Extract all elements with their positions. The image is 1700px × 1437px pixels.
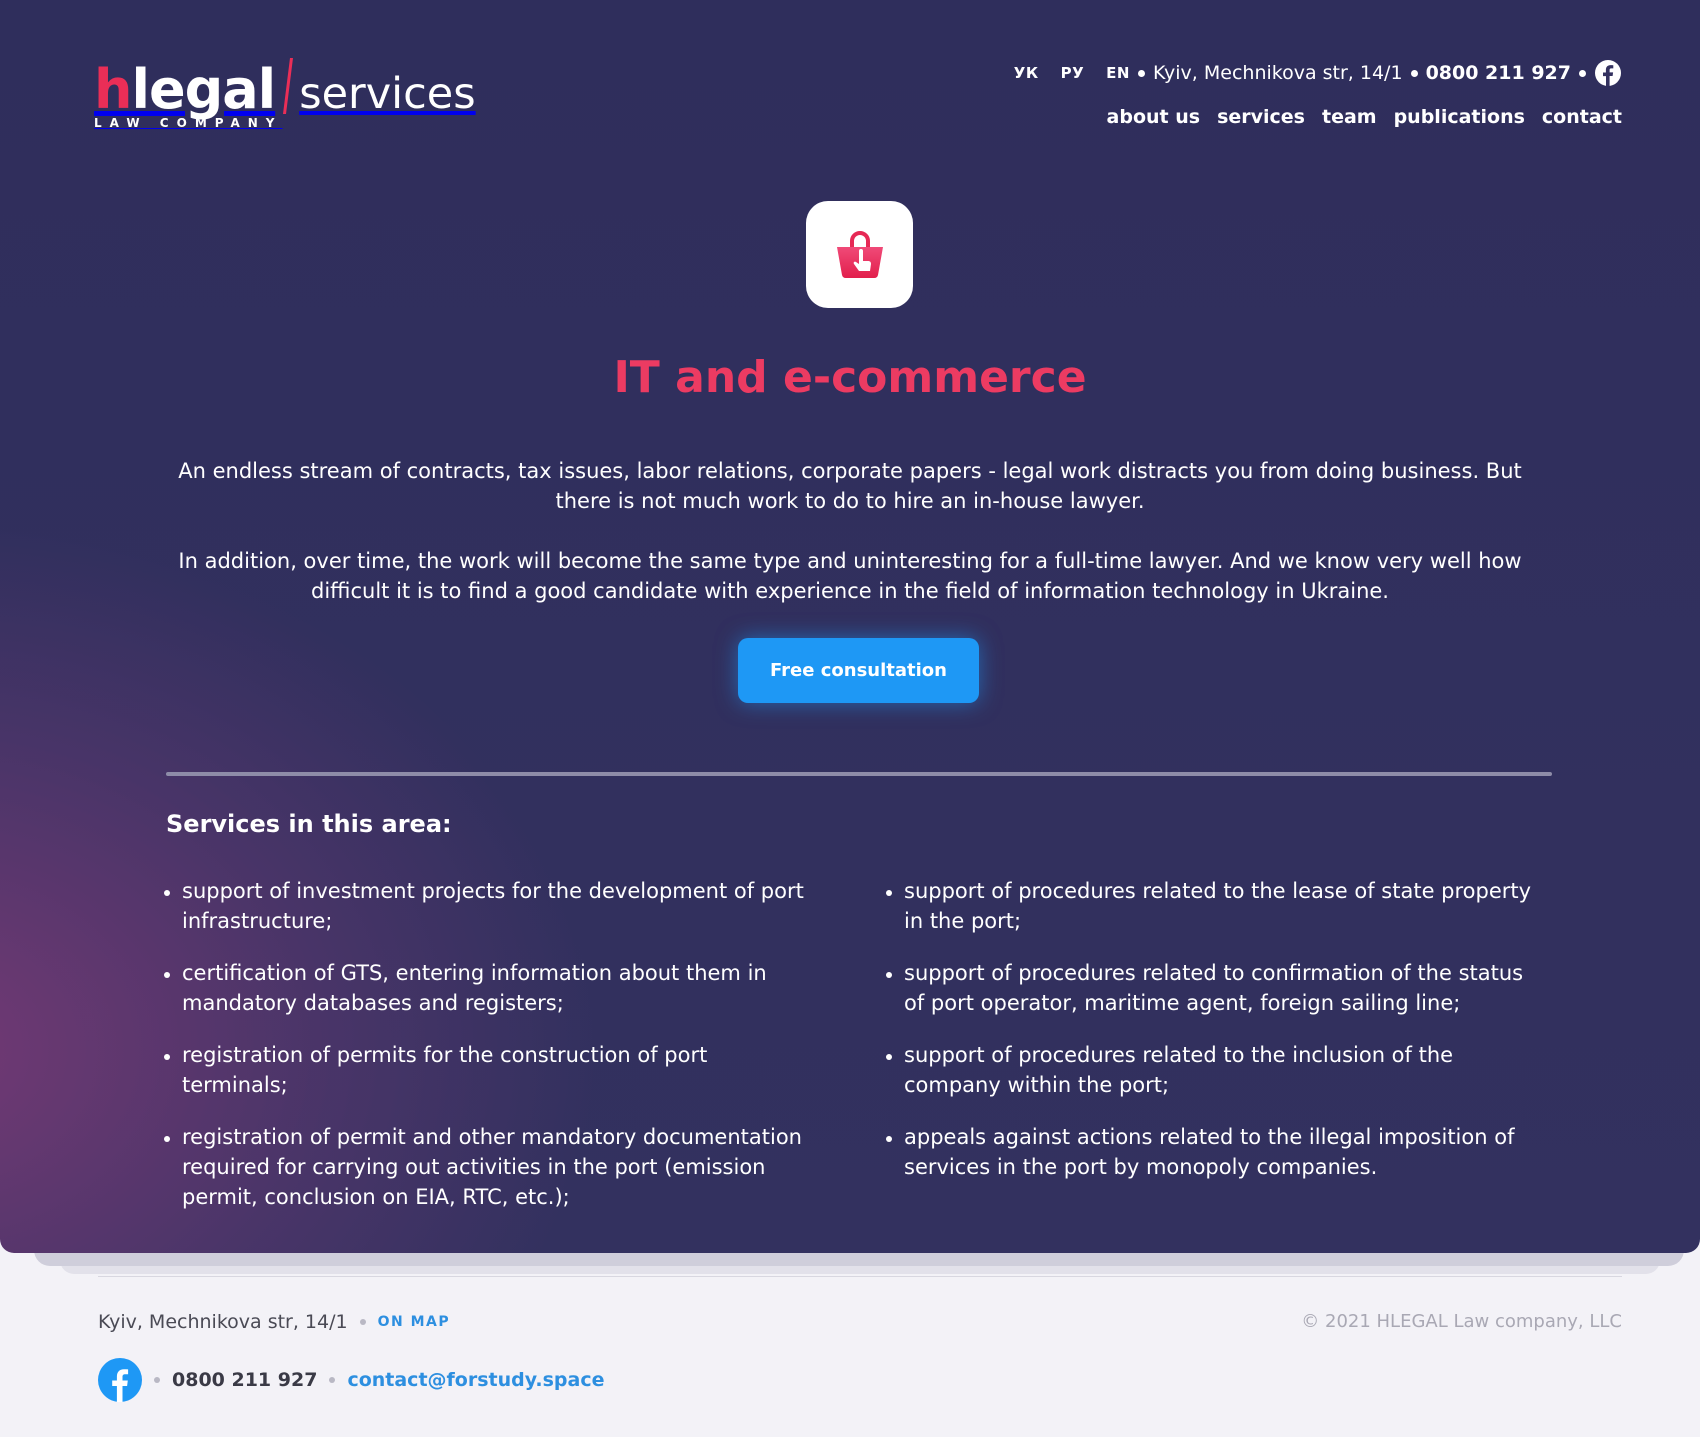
section-divider	[166, 772, 1552, 776]
nav-publications[interactable]: publications	[1394, 106, 1525, 128]
list-item: support of procedures related to confirm…	[886, 958, 1538, 1018]
footer-divider	[98, 1276, 1622, 1277]
page-title: IT and e-commerce	[613, 352, 1087, 403]
nav-team[interactable]: team	[1322, 106, 1377, 128]
facebook-icon[interactable]	[1594, 59, 1622, 87]
logo-h: h	[94, 58, 132, 121]
logo[interactable]: h legal services LAW COMPANY	[94, 52, 476, 130]
services-list-left: support of investment projects for the d…	[164, 876, 816, 1234]
list-item: certification of GTS, entering informati…	[164, 958, 816, 1018]
logo-wordmark: h legal services	[94, 52, 476, 121]
separator-dot	[1410, 69, 1418, 77]
footer-email[interactable]: contact@forstudy.space	[347, 1369, 604, 1391]
copyright: © 2021 HLEGAL Law company, LLC	[1301, 1311, 1622, 1332]
lang-en[interactable]: EN	[1106, 64, 1130, 82]
shopping-bag-cursor-icon	[836, 230, 883, 278]
facebook-icon[interactable]	[98, 1358, 142, 1402]
footer-address: Kyiv, Mechnikova str, 14/1	[98, 1311, 348, 1333]
nav-services[interactable]: services	[1217, 106, 1305, 128]
topbar-phone[interactable]: 0800 211 927	[1426, 62, 1571, 84]
logo-services: services	[299, 69, 476, 119]
logo-legal: legal	[131, 58, 276, 121]
separator-dot	[1579, 69, 1586, 77]
separator-dot	[154, 1377, 160, 1383]
list-item: registration of permit and other mandato…	[164, 1122, 816, 1212]
services-heading: Services in this area:	[166, 810, 452, 838]
main-nav: about us services team publications cont…	[1107, 106, 1622, 128]
list-item: support of investment projects for the d…	[164, 876, 816, 936]
intro-paragraph-1: An endless stream of contracts, tax issu…	[178, 459, 1522, 513]
separator-dot	[329, 1377, 336, 1383]
list-item: support of procedures related to the inc…	[886, 1040, 1538, 1100]
category-icon-tile	[806, 201, 913, 308]
footer-contact-row: 0800 211 927 contact@forstudy.space	[98, 1358, 604, 1402]
lang-ru[interactable]: РУ	[1061, 64, 1085, 82]
list-item: appeals against actions related to the i…	[886, 1122, 1538, 1182]
footer-address-row: Kyiv, Mechnikova str, 14/1 ON MAP	[98, 1311, 450, 1333]
list-item: support of procedures related to the lea…	[886, 876, 1538, 936]
topbar-address: Kyiv, Mechnikova str, 14/1	[1152, 62, 1403, 84]
logo-slash-icon	[283, 58, 294, 114]
nav-contact[interactable]: contact	[1542, 106, 1622, 128]
services-list-right: support of procedures related to the lea…	[886, 876, 1538, 1204]
lang-uk[interactable]: УК	[1014, 64, 1039, 82]
on-map-link[interactable]: ON MAP	[378, 1314, 451, 1330]
nav-about-us[interactable]: about us	[1107, 106, 1201, 128]
separator-dot	[359, 1319, 366, 1325]
separator-dot	[1137, 69, 1145, 77]
list-item: registration of permits for the construc…	[164, 1040, 816, 1100]
intro-paragraph-2: In addition, over time, the work will be…	[178, 549, 1522, 603]
free-consultation-button[interactable]: Free consultation	[738, 638, 979, 703]
hero-section: h legal services LAW COMPANY УК РУ EN Ky…	[0, 0, 1700, 1253]
footer-phone[interactable]: 0800 211 927	[172, 1369, 317, 1391]
topbar: УК РУ EN Kyiv, Mechnikova str, 14/1 0800…	[992, 58, 1622, 88]
